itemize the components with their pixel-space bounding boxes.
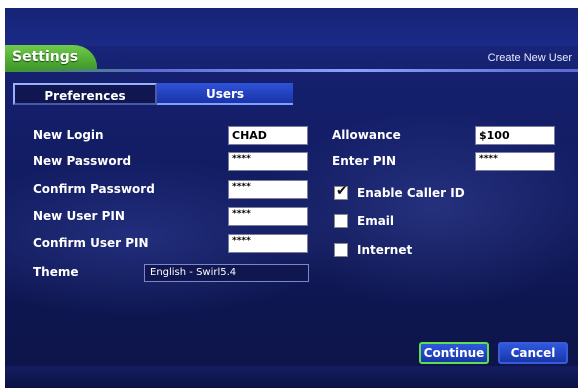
allowance-field[interactable]: $100 (475, 126, 555, 145)
checkmark-icon: ✔ (336, 183, 348, 199)
confirm-user-pin-field[interactable]: **** (228, 234, 308, 253)
enter-pin-field[interactable]: **** (475, 152, 555, 171)
tab-users[interactable]: Users (157, 83, 293, 105)
theme-select[interactable]: English - Swirl5.4 (144, 264, 309, 282)
new-password-label: New Password (33, 154, 132, 168)
enter-pin-label: Enter PIN (332, 154, 397, 168)
internet-label: Internet (357, 243, 413, 257)
allowance-label: Allowance (332, 128, 401, 142)
top-band (5, 8, 578, 46)
enable-caller-id-label: Enable Caller ID (357, 186, 465, 200)
tab-preferences[interactable]: Preferences (13, 83, 157, 105)
settings-window: Settings Create New User Preferences Use… (5, 8, 578, 388)
new-user-pin-field[interactable]: **** (228, 207, 308, 226)
page-context-title: Create New User (487, 52, 572, 64)
enable-caller-id-checkbox[interactable]: ✔ (334, 183, 348, 200)
cancel-button[interactable]: Cancel (498, 342, 568, 364)
confirm-user-pin-label: Confirm User PIN (33, 236, 149, 250)
new-user-pin-label: New User PIN (33, 209, 125, 223)
new-login-label: New Login (33, 128, 104, 142)
bottom-bar (5, 366, 578, 388)
enable-caller-id-option[interactable]: ✔ Enable Caller ID (334, 183, 465, 200)
confirm-password-field[interactable]: **** (228, 180, 308, 199)
screen: Settings Create New User Preferences Use… (0, 0, 578, 388)
theme-label: Theme (33, 265, 79, 279)
internet-checkbox[interactable] (334, 243, 348, 257)
confirm-password-label: Confirm Password (33, 182, 155, 196)
internet-option[interactable]: Internet (334, 243, 412, 257)
email-option[interactable]: Email (334, 214, 394, 228)
email-label: Email (357, 214, 395, 228)
continue-button[interactable]: Continue (419, 342, 489, 364)
new-login-field[interactable]: CHAD (228, 126, 308, 145)
email-checkbox[interactable] (334, 214, 348, 228)
new-password-field[interactable]: **** (228, 152, 308, 171)
header-divider (5, 69, 578, 72)
settings-title-tab: Settings (5, 45, 97, 69)
